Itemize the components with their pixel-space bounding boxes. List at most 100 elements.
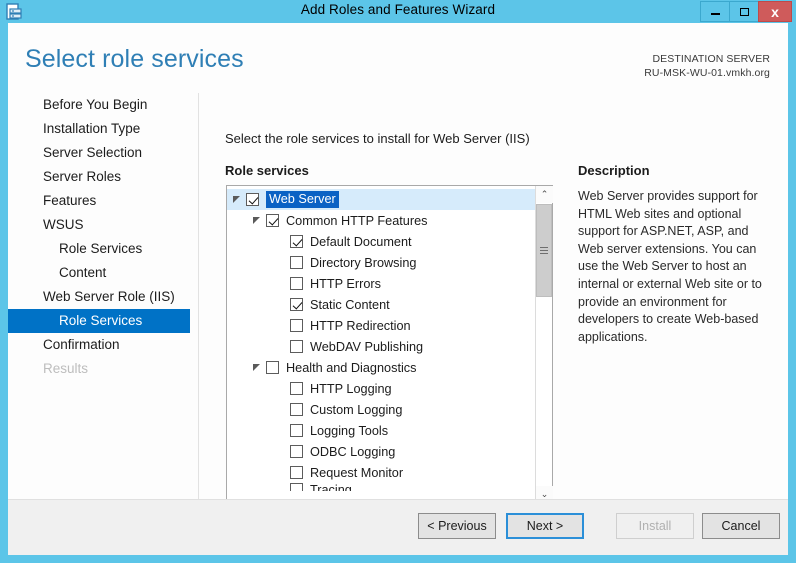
tree-row[interactable]: Logging Tools [227,420,535,441]
sidebar-item-results: Results [43,361,89,376]
sidebar-item-before-you-begin[interactable]: Before You Begin [8,93,198,117]
tree-row[interactable]: HTTP Redirection [227,315,535,336]
page-title: Select role services [25,45,244,73]
tree-row[interactable]: Custom Logging [227,399,535,420]
checkbox-unchecked[interactable] [266,361,279,374]
sidebar-item-role-services[interactable]: Role Services [8,237,198,261]
maximize-button[interactable] [729,1,759,22]
install-button[interactable]: Install [616,513,694,539]
destination-server-name: RU-MSK-WU-01.vmkh.org [644,67,770,79]
tree-item-label: Static Content [310,297,390,312]
role-services-tree[interactable]: Web Server Common HTTP Features Default Do… [226,185,553,521]
tree-item-label: Tracing [310,483,352,491]
checkbox-unchecked[interactable] [290,256,303,269]
checkbox-unchecked[interactable] [290,445,303,458]
checkbox-checked[interactable] [266,214,279,227]
tree-item-label: HTTP Redirection [310,318,411,333]
sidebar-item-wsus[interactable]: WSUS [8,213,198,237]
sidebar-item-server-selection[interactable]: Server Selection [8,141,198,165]
description-label: Description [578,163,650,178]
expander-collapse-icon[interactable] [252,216,262,226]
maximize-icon [739,7,749,16]
tree-row[interactable]: Request Monitor [227,462,535,483]
checkbox-unchecked[interactable] [290,382,303,395]
window-controls: x [700,1,792,22]
wizard-window: Add Roles and Features Wizard x Select r… [0,0,796,563]
next-button[interactable]: Next > [506,513,584,539]
scroll-up-button[interactable]: ⌃ [536,186,553,203]
tree-row[interactable]: Common HTTP Features [227,210,535,231]
destination-server-label: DESTINATION SERVER [652,53,770,65]
cancel-button[interactable]: Cancel [702,513,780,539]
tree-vertical-scrollbar[interactable]: ⌃ ⌄ [535,186,553,503]
role-services-label: Role services [225,163,309,178]
sidebar-item-features[interactable]: Features [8,189,198,213]
minimize-icon [710,13,720,15]
page-header: Select role services DESTINATION SERVER … [8,23,788,93]
tree-item-label: Custom Logging [310,402,403,417]
tree-row[interactable]: HTTP Logging [227,378,535,399]
checkbox-unchecked[interactable] [290,466,303,479]
wizard-footer: < Previous Next > Install Cancel [8,499,788,555]
title-bar: Add Roles and Features Wizard x [0,0,796,23]
expander-collapse-icon[interactable] [252,363,262,373]
tree-item-label: WebDAV Publishing [310,339,424,354]
sidebar-item-confirmation[interactable]: Confirmation [8,333,198,357]
window-body: Select role services DESTINATION SERVER … [8,23,788,555]
sidebar-item-server-roles[interactable]: Server Roles [8,165,198,189]
instruction-text: Select the role services to install for … [225,131,530,146]
tree-row[interactable]: Static Content [227,294,535,315]
sidebar-item-web-server-role-iis[interactable]: Web Server Role (IIS) [8,285,198,309]
wizard-steps-sidebar: Before You Begin Installation Type Server … [8,93,199,520]
sidebar-item-installation-type[interactable]: Installation Type [8,117,198,141]
tree-row[interactable]: Web Server [227,189,535,210]
chevron-down-icon: ⌄ [540,489,549,499]
checkbox-checked[interactable] [246,193,259,206]
tree-item-label: Web Server [266,191,339,208]
tree-row[interactable]: Directory Browsing [227,252,535,273]
tree-item-label: HTTP Errors [310,276,381,291]
sidebar-item-content[interactable]: Content [8,261,198,285]
minimize-button[interactable] [700,1,730,22]
tree-viewport: Web Server Common HTTP Features Default Do… [227,186,535,503]
checkbox-checked[interactable] [290,298,303,311]
tree-item-label: Default Document [310,234,412,249]
chevron-up-icon: ⌃ [540,189,549,199]
tree-item-label: Health and Diagnostics [286,360,417,375]
checkbox-unchecked[interactable] [290,319,303,332]
grip-icon [540,247,548,254]
sidebar-item-role-services[interactable]: Role Services [8,309,190,333]
tree-row[interactable]: Tracing [227,483,535,491]
tree-row[interactable]: Default Document [227,231,535,252]
tree-row[interactable]: ODBC Logging [227,441,535,462]
vertical-scroll-thumb[interactable] [536,204,552,297]
tree-item-label: Request Monitor [310,465,404,480]
checkbox-unchecked[interactable] [290,403,303,416]
checkbox-checked[interactable] [290,235,303,248]
content-pane: Select the role services to install for … [200,93,788,521]
expander-collapse-icon[interactable] [232,195,242,205]
tree-row[interactable]: WebDAV Publishing [227,336,535,357]
description-text: Web Server provides support for HTML Web… [578,189,762,344]
checkbox-unchecked[interactable] [290,483,303,491]
checkbox-unchecked[interactable] [290,340,303,353]
checkbox-unchecked[interactable] [290,424,303,437]
tree-row[interactable]: Health and Diagnostics [227,357,535,378]
window-title: Add Roles and Features Wizard [300,2,496,17]
tree-item-label: ODBC Logging [310,444,396,459]
close-button[interactable]: x [758,1,792,22]
previous-button[interactable]: < Previous [418,513,496,539]
checkbox-unchecked[interactable] [290,277,303,290]
tree-row[interactable]: HTTP Errors [227,273,535,294]
